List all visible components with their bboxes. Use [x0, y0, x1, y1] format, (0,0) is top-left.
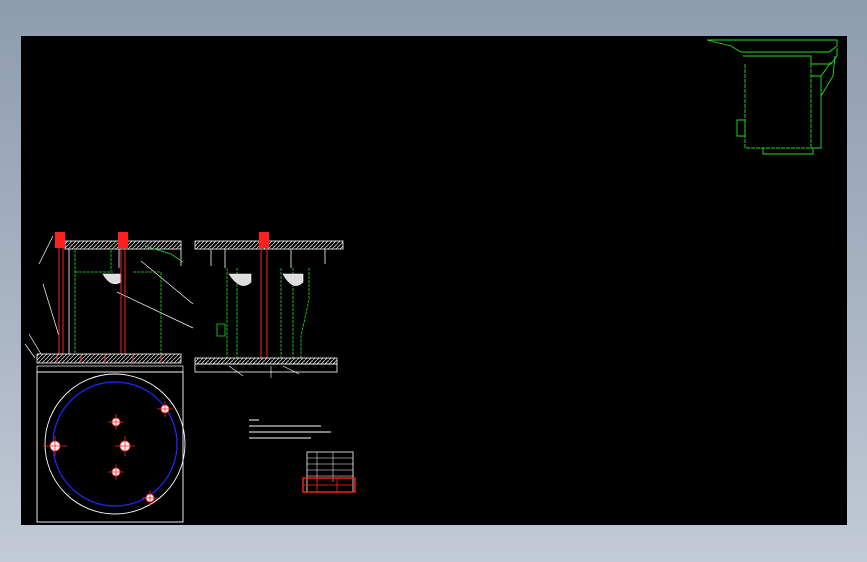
title-block [302, 451, 356, 493]
front-section-view [24, 232, 194, 364]
side-section-view [194, 232, 344, 378]
top-plan-view [36, 365, 186, 523]
notes-block [249, 419, 331, 439]
cad-drawing [24, 39, 838, 523]
drawing-viewport[interactable] [21, 36, 847, 525]
detail-iso-view [706, 39, 838, 155]
